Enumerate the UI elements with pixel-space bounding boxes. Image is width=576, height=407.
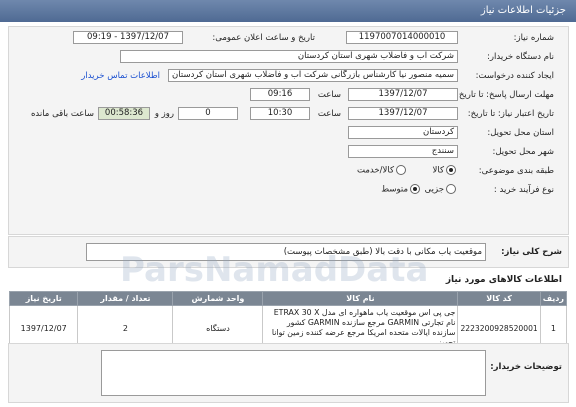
city-field: سنندج <box>348 145 458 158</box>
radio-empty-icon <box>446 184 456 194</box>
summary-label: شرح کلی نیاز: <box>501 247 562 257</box>
process-medium-radio[interactable]: متوسط <box>381 184 420 195</box>
creator-field: سمیه منصور نیا کارشناس بازرگانی شرکت آب … <box>168 69 458 82</box>
summary-field: موقعیت یاب مکانی با دقت بالا (طبق مشخصات… <box>86 243 486 261</box>
remaining-label: ساعت باقی مانده <box>30 109 94 119</box>
buyer-notes-label: توضیحات خریدار: <box>490 362 562 372</box>
category-service-label: کالا/خدمت <box>357 165 394 176</box>
category-goods-radio[interactable]: کالا <box>433 165 456 176</box>
page-header: جزئیات اطلاعات نیاز <box>0 0 576 22</box>
announce-label: تاریخ و ساعت اعلان عمومی: <box>212 33 315 43</box>
goods-title: اطلاعات کالاهای مورد نیاز <box>445 275 562 285</box>
province-field: کردستان <box>348 126 458 139</box>
radio-empty-icon <box>396 165 406 175</box>
validity-label: تاریخ اعتبار نیاز: تا تاریخ: <box>467 109 554 119</box>
process-minor-radio[interactable]: جزیی <box>425 184 456 195</box>
validity-date-field: 1397/12/07 <box>348 107 458 120</box>
process-minor-label: جزیی <box>424 184 444 195</box>
province-label: استان محل تحویل: <box>487 128 554 138</box>
category-goods-label: کالا <box>432 165 444 176</box>
days-label: روز و <box>154 109 174 119</box>
table-header-row: ردیف کد کالا نام کالا واحد شمارش تعداد /… <box>8 291 568 306</box>
days-field: 0 <box>178 107 238 120</box>
announce-field: 1397/12/07 - 09:19 <box>73 31 183 44</box>
buyer-contact-link[interactable]: اطلاعات تماس خریدار <box>81 71 160 81</box>
process-label: نوع فرآیند خرید : <box>493 185 554 195</box>
col-code: کد کالا <box>457 291 541 306</box>
need-number-field: 1197007014000010 <box>346 31 458 44</box>
buyer-notes-field <box>101 350 486 396</box>
radio-selected-icon <box>446 165 456 175</box>
need-number-label: شماره نیاز: <box>513 33 554 43</box>
validity-time-label: ساعت <box>317 109 341 119</box>
category-label: طبقه بندی موضوعی: <box>478 166 554 176</box>
summary-panel: شرح کلی نیاز: موقعیت یاب مکانی با دقت با… <box>8 236 569 268</box>
deadline-label: مهلت ارسال پاسخ: تا تاریخ: <box>456 90 554 100</box>
city-label: شهر محل تحویل: <box>492 147 554 157</box>
col-name: نام کالا <box>262 291 459 306</box>
goods-table: ردیف کد کالا نام کالا واحد شمارش تعداد /… <box>8 291 568 351</box>
deadline-date-field: 1397/12/07 <box>348 88 458 101</box>
page-title: جزئیات اطلاعات نیاز <box>480 5 566 16</box>
need-details-panel: شماره نیاز: 1197007014000010 تاریخ و ساع… <box>8 26 569 235</box>
process-medium-label: متوسط <box>381 184 408 195</box>
validity-time-field: 10:30 <box>250 107 310 120</box>
buyer-notes-panel: توضیحات خریدار: <box>8 343 569 403</box>
buyer-field: شرکت آب و فاضلاب شهری استان کردستان <box>120 50 458 63</box>
col-date: تاریخ نیاز <box>8 291 79 306</box>
col-qty: تعداد / مقدار <box>77 291 174 306</box>
deadline-time-label: ساعت <box>317 90 341 100</box>
creator-label: ایجاد کننده درخواست: <box>475 71 554 81</box>
category-service-radio[interactable]: کالا/خدمت <box>357 165 406 176</box>
col-index: ردیف <box>539 291 568 306</box>
buyer-label: نام دستگاه خریدار: <box>487 52 554 62</box>
col-unit: واحد شمارش <box>172 291 264 306</box>
radio-selected-icon <box>410 184 420 194</box>
remaining-timer: 00:58:36 <box>98 107 150 120</box>
deadline-time-field: 09:16 <box>250 88 310 101</box>
